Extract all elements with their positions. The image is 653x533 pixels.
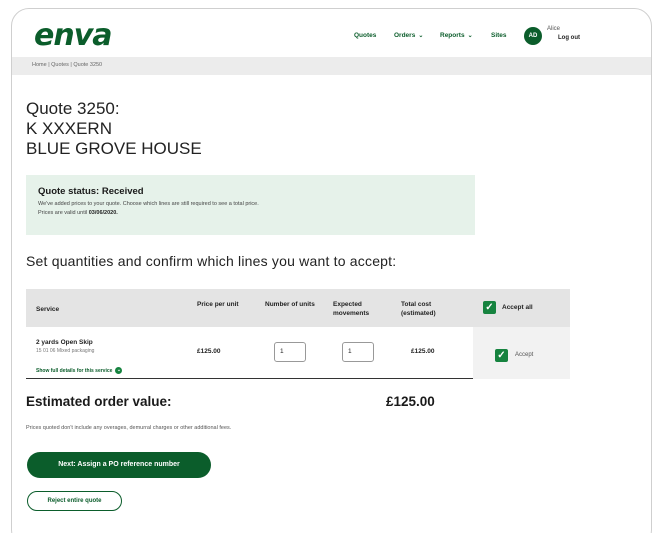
accept-all-column: ✓ Accept all [473, 289, 570, 327]
estimated-order-value: £125.00 [386, 394, 435, 409]
service-waste-code: 15 01 06 Mixed packaging [36, 348, 95, 354]
table-header: Service Price per unit Number of units E… [26, 289, 570, 327]
avatar[interactable]: AD [524, 27, 542, 45]
estimated-order-label: Estimated order value: [26, 394, 172, 409]
reject-quote-button[interactable]: Reject entire quote [27, 491, 122, 511]
breadcrumb[interactable]: Home | Quotes | Quote 3250 [32, 62, 102, 68]
section-heading: Set quantities and confirm which lines y… [26, 253, 397, 269]
header-total: Total cost (estimated) [401, 301, 436, 317]
accept-all-label[interactable]: Accept all [502, 304, 533, 311]
nav-reports[interactable]: Reports ⌄ [440, 32, 473, 39]
header-units: Number of units [265, 301, 315, 308]
page-title-line3: BLUE GROVE HOUSE [26, 139, 202, 158]
quote-status-panel: Quote status: Received We've added price… [26, 175, 475, 235]
nav-sites-label: Sites [491, 32, 507, 39]
status-validity: Prices are valid until 03/06/2020. [38, 210, 118, 216]
show-details-label: Show full details for this service [36, 367, 113, 374]
price-per-unit: £125.00 [197, 348, 221, 355]
accept-all-checkbox[interactable]: ✓ [483, 301, 496, 314]
logout-link[interactable]: Log out [558, 35, 580, 41]
breadcrumb-bar: Home | Quotes | Quote 3250 [12, 57, 651, 75]
status-description: We've added prices to your quote. Choose… [38, 201, 259, 207]
chevron-down-icon: ⌄ [418, 33, 424, 39]
table-row: ✓ Accept 2 yards Open Skip 15 01 06 Mixe… [26, 327, 570, 379]
price-disclaimer: Prices quoted don't include any overages… [26, 425, 232, 431]
nav-orders[interactable]: Orders ⌄ [394, 32, 423, 39]
chevron-down-icon: ⌄ [115, 367, 123, 374]
header-price: Price per unit [197, 301, 239, 308]
status-title: Quote status: Received [38, 186, 144, 197]
movements-input[interactable]: 1 [342, 342, 374, 362]
validity-prefix: Prices are valid until [38, 210, 89, 216]
header-service: Service [36, 306, 60, 313]
accept-label[interactable]: Accept [515, 352, 533, 358]
nav-reports-label: Reports [440, 32, 465, 39]
header: enva Quotes Orders ⌄ Reports ⌄ Sites AD Al… [12, 9, 651, 57]
service-name: 2 yards Open Skip [36, 339, 93, 346]
page-title-line2: K XXXERN [26, 119, 112, 138]
next-assign-po-button[interactable]: Next: Assign a PO reference number [27, 452, 211, 478]
nav-orders-label: Orders [394, 32, 416, 39]
nav-quotes[interactable]: Quotes [354, 32, 376, 39]
total-cost: £125.00 [411, 348, 435, 355]
show-details-link[interactable]: Show full details for this service ⌄ [36, 367, 123, 374]
units-input[interactable]: 1 [274, 342, 306, 362]
nav-quotes-label: Quotes [354, 32, 377, 39]
valid-until-date: 03/06/2020. [88, 210, 118, 216]
accept-checkbox[interactable]: ✓ [495, 349, 508, 362]
enva-logo[interactable]: enva [34, 18, 113, 53]
nav-sites[interactable]: Sites [491, 32, 507, 39]
page-title-line1: Quote 3250: [26, 99, 120, 118]
row-accept-cell: ✓ Accept [473, 327, 570, 379]
header-movements: Expected movements [333, 301, 370, 317]
chevron-down-icon: ⌄ [467, 33, 473, 39]
user-name: Alice [547, 26, 561, 32]
